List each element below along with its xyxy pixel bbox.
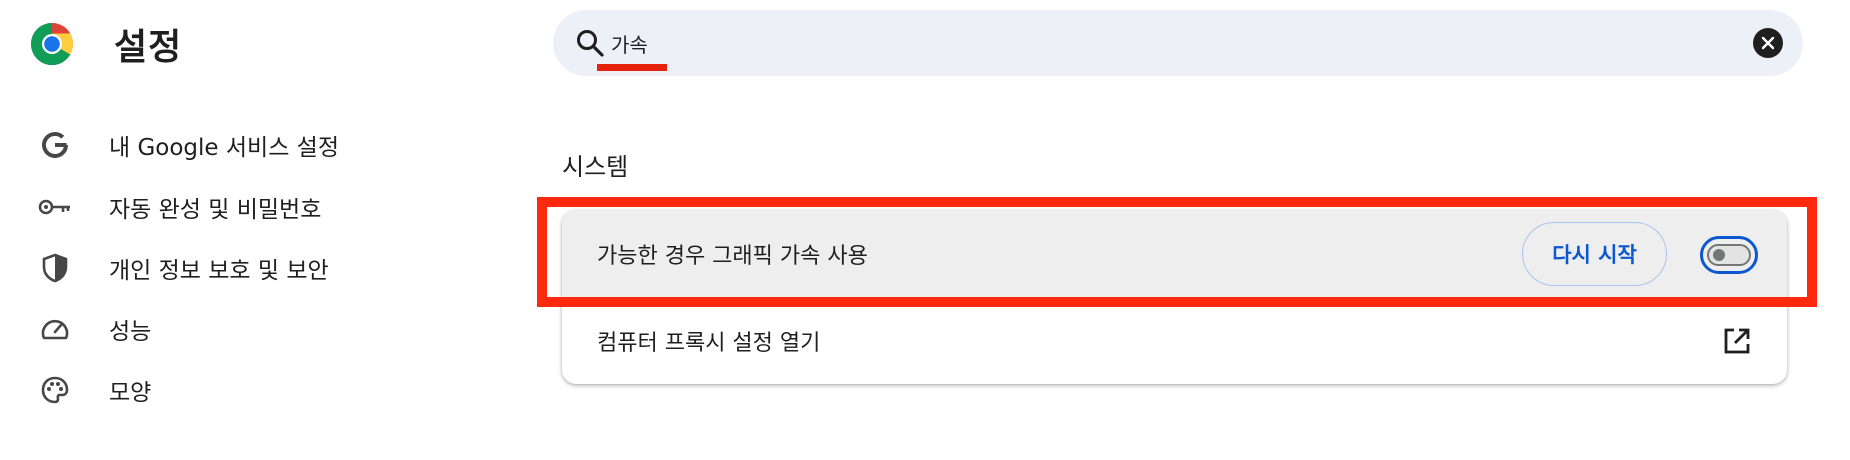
setting-row-graphics-acceleration: 가능한 경우 그래픽 가속 사용 다시 시작: [562, 210, 1787, 298]
sidebar-item-privacy[interactable]: 개인 정보 보호 및 보안: [0, 243, 420, 293]
sidebar-item-appearance[interactable]: 모양: [0, 365, 420, 415]
sidebar-item-label: 내 Google 서비스 설정: [109, 135, 339, 161]
search-bar[interactable]: [553, 10, 1803, 76]
close-icon: [1761, 36, 1775, 50]
clear-search-button[interactable]: [1753, 28, 1783, 58]
shield-icon: [38, 251, 72, 285]
setting-label: 컴퓨터 프록시 설정 열기: [597, 331, 821, 356]
search-term-underline: [597, 64, 667, 71]
sidebar-item-performance[interactable]: 성능: [0, 304, 420, 354]
settings-page: 설정 내 Google 서비스 설정: [0, 0, 1850, 460]
sidebar-item-autofill[interactable]: 자동 완성 및 비밀번호: [0, 182, 420, 232]
setting-label: 가능한 경우 그래픽 가속 사용: [597, 244, 868, 269]
toggle-track: [1707, 244, 1751, 266]
graphics-acceleration-toggle[interactable]: [1700, 236, 1758, 274]
page-title: 설정: [114, 27, 183, 68]
settings-card: 가능한 경우 그래픽 가속 사용 다시 시작 컴퓨터 프록시 설정 열기: [562, 210, 1787, 384]
open-external-icon[interactable]: [1722, 326, 1752, 356]
sidebar-item-label: 개인 정보 보호 및 보안: [109, 258, 329, 284]
toggle-knob: [1713, 249, 1725, 261]
speedometer-icon: [38, 312, 72, 346]
sidebar-item-label: 모양: [109, 380, 152, 406]
sidebar-item-label: 자동 완성 및 비밀번호: [109, 197, 322, 223]
setting-row-proxy[interactable]: 컴퓨터 프록시 설정 열기: [562, 298, 1787, 384]
sidebar-item-label: 성능: [109, 319, 152, 345]
google-g-icon: [38, 128, 72, 162]
sidebar-item-google-services[interactable]: 내 Google 서비스 설정: [0, 120, 420, 170]
section-title-system: 시스템: [562, 153, 629, 181]
search-input[interactable]: [611, 25, 1611, 61]
chrome-logo-icon: [30, 22, 74, 66]
palette-icon: [38, 373, 72, 407]
relaunch-button[interactable]: 다시 시작: [1522, 222, 1667, 286]
key-icon: [38, 190, 72, 224]
search-icon: [575, 28, 605, 58]
